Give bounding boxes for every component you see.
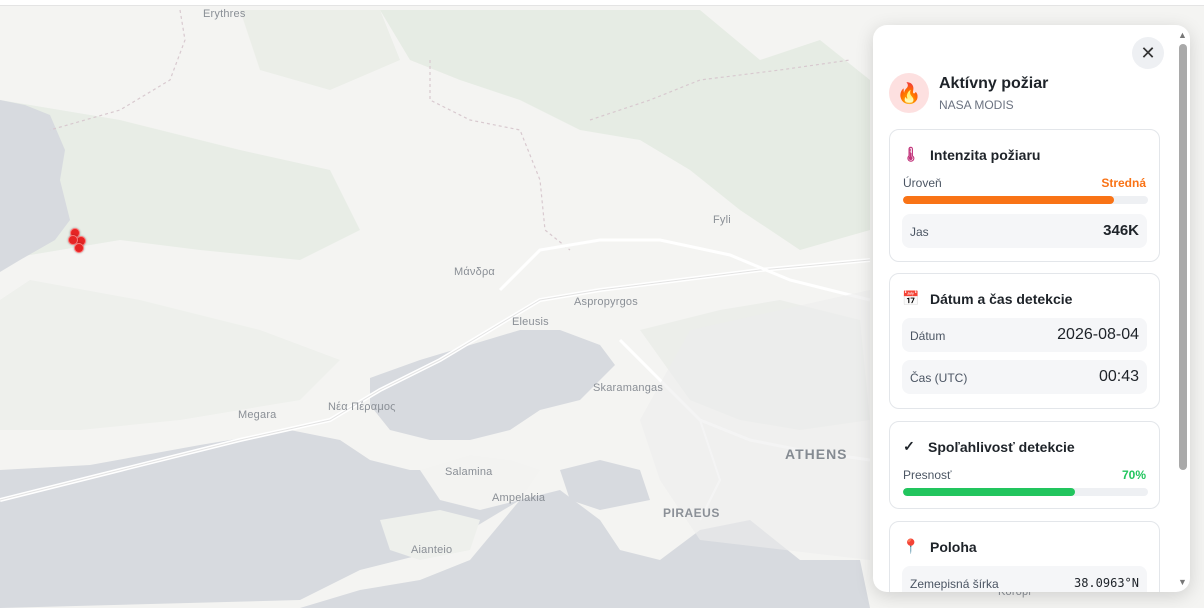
level-value: Stredná: [1101, 176, 1146, 190]
time-value: 00:43: [1098, 368, 1139, 385]
datetime-title: Dátum a čas detekcie: [930, 290, 1073, 307]
intensity-title: Intenzita požiaru: [930, 146, 1041, 163]
scroll-up-arrow-icon[interactable]: ▲: [1178, 30, 1187, 40]
map-label-salamina: Salamina: [445, 466, 493, 478]
accuracy-bar-fill: [903, 488, 1075, 496]
panel-scrollbar[interactable]: ▲ ▼: [1176, 30, 1190, 592]
date-row: Dátum 2026-08-04: [902, 318, 1147, 352]
time-row: Čas (UTC) 00:43: [902, 360, 1147, 394]
close-button[interactable]: ✕: [1132, 37, 1164, 69]
location-title: Poloha: [930, 538, 977, 555]
accuracy-value: 70%: [1121, 468, 1146, 482]
panel-subtitle: NASA MODIS: [939, 97, 1014, 112]
panel-title: Aktívny požiar: [939, 74, 1049, 92]
scrollbar-thumb[interactable]: [1179, 44, 1187, 470]
map-label-ampelakia: Ampelakia: [492, 492, 546, 504]
calendar-icon: 📅: [902, 290, 920, 306]
map-label-skaramangas: Skaramangas: [593, 382, 664, 394]
pin-icon: 📍: [902, 538, 920, 554]
brightness-value: 346K: [1103, 222, 1139, 239]
map-label-aianteio: Aianteio: [411, 544, 453, 556]
confidence-title: Spoľahlivosť detekcie: [928, 438, 1075, 455]
map-label-megara: Megara: [238, 409, 277, 421]
date-label: Dátum: [910, 329, 946, 343]
confidence-card: ✓ Spoľahlivosť detekcie Presnosť 70%: [889, 421, 1160, 509]
time-label: Čas (UTC): [910, 371, 968, 385]
intensity-bar-fill: [903, 196, 1114, 204]
intensity-card: 🌡 Intenzita požiaru Úroveň Stredná Jas 3…: [889, 129, 1160, 262]
panel-header: 🔥 Aktívny požiar NASA MODIS: [889, 73, 1048, 113]
accuracy-label: Presnosť: [903, 468, 952, 482]
datetime-card: 📅 Dátum a čas detekcie Dátum 2026-08-04 …: [889, 273, 1160, 409]
map-label-nea-peramos: Νέα Πέραμος: [328, 401, 396, 413]
brightness-row: Jas 346K: [902, 214, 1147, 248]
map-label-erythres: Erythres: [203, 8, 246, 20]
map-label-athens: ATHENS: [785, 446, 848, 462]
level-label: Úroveň: [903, 176, 942, 190]
location-card: 📍 Poloha Zemepisná šírka 38.0963°N: [889, 521, 1160, 592]
thermometer-icon: 🌡: [902, 146, 920, 162]
top-bar: [0, 0, 1204, 6]
fire-detail-panel: ✕ 🔥 Aktívny požiar NASA MODIS 🌡 Intenzit…: [873, 25, 1190, 592]
scroll-down-arrow-icon[interactable]: ▼: [1178, 577, 1187, 587]
latitude-value: 38.0963°N: [1073, 576, 1139, 590]
latitude-label: Zemepisná šírka: [910, 577, 999, 591]
checkmark-icon: ✓: [903, 438, 915, 454]
map-label-mandra: Μάνδρα: [454, 266, 495, 278]
map-label-piraeus: PIRAEUS: [663, 506, 720, 520]
map-label-fyli: Fyli: [713, 214, 731, 226]
intensity-bar: [903, 196, 1148, 204]
close-icon: ✕: [1140, 42, 1156, 63]
fire-icon: 🔥: [889, 73, 929, 113]
brightness-label: Jas: [910, 225, 929, 239]
latitude-row: Zemepisná šírka 38.0963°N: [902, 566, 1147, 592]
date-value: 2026-08-04: [1057, 326, 1139, 343]
map-label-eleusis: Eleusis: [512, 316, 549, 328]
map-label-aspropyrgos: Aspropyrgos: [574, 296, 638, 308]
fire-marker[interactable]: [74, 243, 84, 253]
accuracy-bar: [903, 488, 1148, 496]
